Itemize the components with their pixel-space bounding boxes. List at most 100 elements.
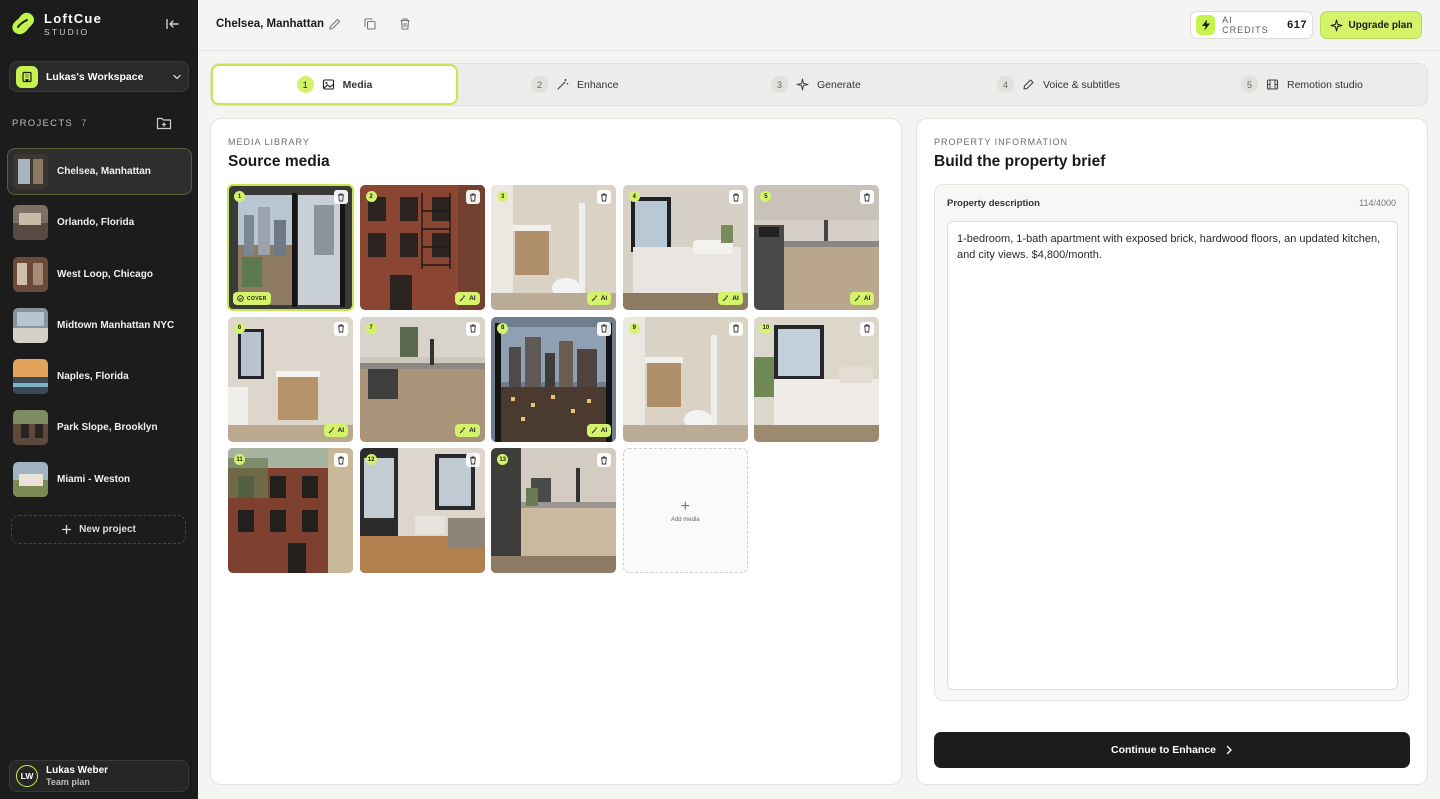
- project-name: Orlando, Florida: [57, 217, 135, 229]
- continue-button[interactable]: Continue to Enhance: [934, 732, 1410, 768]
- delete-media-icon[interactable]: [465, 321, 480, 336]
- new-folder-icon[interactable]: [156, 116, 172, 130]
- media-tile[interactable]: 9: [622, 316, 748, 442]
- ai-badge: AI: [849, 292, 875, 305]
- credits-label: AI CREDITS: [1222, 15, 1269, 35]
- edit-icon[interactable]: [328, 17, 342, 31]
- media-tile[interactable]: 13: [491, 448, 617, 573]
- project-name: Midtown Manhattan NYC: [57, 319, 175, 331]
- mic-icon: [1023, 79, 1034, 90]
- ai-badge-label: AI: [337, 426, 345, 434]
- delete-media-icon[interactable]: [860, 190, 875, 204]
- ai-credits[interactable]: AI CREDITS 617: [1190, 11, 1313, 39]
- description-label: Property description: [947, 198, 1040, 209]
- step-3[interactable]: 3 Generate: [771, 64, 861, 105]
- delete-media-icon[interactable]: [728, 190, 743, 204]
- media-tile[interactable]: 12: [359, 448, 485, 573]
- project-item[interactable]: Miami - Weston: [7, 456, 192, 503]
- description-field-group: Property description 114/4000 1-bedroom,…: [934, 184, 1409, 701]
- step-label: Remotion studio: [1287, 78, 1363, 91]
- ai-badge-label: AI: [732, 295, 739, 302]
- media-number: 10: [760, 322, 772, 334]
- ai-badge: AI: [586, 423, 612, 437]
- chevron-down-icon: [173, 74, 181, 79]
- user-plan: Team plan: [46, 776, 90, 787]
- ai-badge-label: AI: [600, 426, 608, 434]
- logo-icon: [12, 13, 34, 35]
- project-title: Chelsea, Manhattan: [216, 18, 324, 30]
- project-item[interactable]: Park Slope, Brooklyn: [7, 404, 192, 451]
- media-tile[interactable]: 1 COVER: [227, 184, 354, 311]
- ai-badge: AI: [455, 423, 480, 437]
- media-title: Source media: [228, 153, 330, 170]
- delete-media-icon[interactable]: [597, 190, 612, 204]
- media-tile[interactable]: 11: [228, 448, 353, 573]
- media-tile[interactable]: 8 AI: [491, 316, 617, 442]
- sidebar: LoftCue STUDIO Lukas's Workspace PROJECT…: [0, 0, 198, 799]
- step-2[interactable]: 2 Enhance: [531, 64, 618, 105]
- media-number: 6: [234, 322, 245, 334]
- description-textarea[interactable]: 1-bedroom, 1-bath apartment with exposed…: [947, 221, 1398, 690]
- project-thumbnail: [13, 205, 48, 241]
- building-icon: [16, 65, 38, 88]
- media-tile[interactable]: 5 AI: [754, 185, 880, 310]
- main-content: Chelsea, Manhattan AI CREDITS 617 Upgrad…: [198, 0, 1440, 799]
- media-tile[interactable]: 6 AI: [228, 316, 353, 442]
- property-card: PROPERTY INFORMATION Build the property …: [916, 118, 1428, 785]
- delete-media-icon[interactable]: [334, 453, 348, 467]
- new-project-button[interactable]: New project: [11, 515, 186, 544]
- step-number: 3: [771, 76, 788, 93]
- delete-media-icon[interactable]: [597, 453, 612, 467]
- project-item[interactable]: Orlando, Florida: [7, 199, 192, 246]
- image-icon: [322, 79, 334, 90]
- ai-badge-label: AI: [600, 295, 608, 302]
- brand[interactable]: LoftCue STUDIO: [10, 12, 102, 37]
- workspace-switcher[interactable]: Lukas's Workspace: [9, 61, 189, 92]
- film-icon: [1266, 79, 1279, 90]
- media-number: 9: [628, 322, 640, 334]
- media-number: 1: [234, 191, 245, 202]
- delete-media-icon[interactable]: [860, 321, 875, 336]
- projects-heading-label: PROJECTS: [12, 118, 74, 129]
- delete-media-icon[interactable]: [728, 321, 743, 336]
- duplicate-icon[interactable]: [363, 17, 377, 31]
- step-1[interactable]: 1 Media: [211, 64, 458, 105]
- step-5[interactable]: 5 Remotion studio: [1241, 64, 1363, 105]
- projects-count: 7: [81, 118, 88, 129]
- delete-media-icon[interactable]: [334, 321, 348, 336]
- media-tile[interactable]: 4 AI: [622, 185, 748, 310]
- trash-icon[interactable]: [398, 17, 412, 31]
- project-item[interactable]: Midtown Manhattan NYC: [7, 302, 192, 349]
- project-item[interactable]: Chelsea, Manhattan: [7, 148, 192, 195]
- media-image: [491, 448, 617, 573]
- add-media-button[interactable]: + Add media: [622, 448, 748, 573]
- chevron-right-icon: [1226, 745, 1232, 755]
- media-number: 12: [365, 454, 377, 465]
- project-name: West Loop, Chicago: [57, 268, 153, 280]
- delete-media-icon[interactable]: [334, 190, 348, 204]
- delete-media-icon[interactable]: [465, 190, 480, 204]
- delete-media-icon[interactable]: [597, 321, 612, 336]
- user-profile[interactable]: LW Lukas Weber Team plan: [9, 760, 189, 792]
- media-number: 2: [365, 191, 377, 202]
- user-name: Lukas Weber: [46, 764, 109, 776]
- step-4[interactable]: 4 Voice & subtitles: [997, 64, 1120, 105]
- property-title: Build the property brief: [934, 153, 1106, 170]
- topbar: Chelsea, Manhattan AI CREDITS 617 Upgrad…: [198, 0, 1440, 51]
- media-number: 4: [628, 191, 640, 202]
- delete-media-icon[interactable]: [465, 453, 480, 467]
- project-item[interactable]: Naples, Florida: [7, 353, 192, 400]
- project-thumbnail: [13, 154, 48, 189]
- sparkle-icon: [796, 78, 809, 91]
- media-tile[interactable]: 7 AI: [359, 316, 485, 442]
- media-tile[interactable]: 3 AI: [491, 185, 617, 310]
- project-thumbnail: [13, 410, 48, 446]
- media-tile[interactable]: 10: [754, 316, 880, 442]
- avatar: LW: [16, 765, 38, 787]
- upgrade-plan-button[interactable]: Upgrade plan: [1320, 11, 1422, 39]
- collapse-sidebar-icon[interactable]: [164, 16, 180, 32]
- step-label: Enhance: [577, 78, 619, 91]
- media-tile[interactable]: 2 AI: [359, 185, 485, 310]
- project-item[interactable]: West Loop, Chicago: [7, 251, 192, 298]
- media-number: 7: [365, 322, 377, 334]
